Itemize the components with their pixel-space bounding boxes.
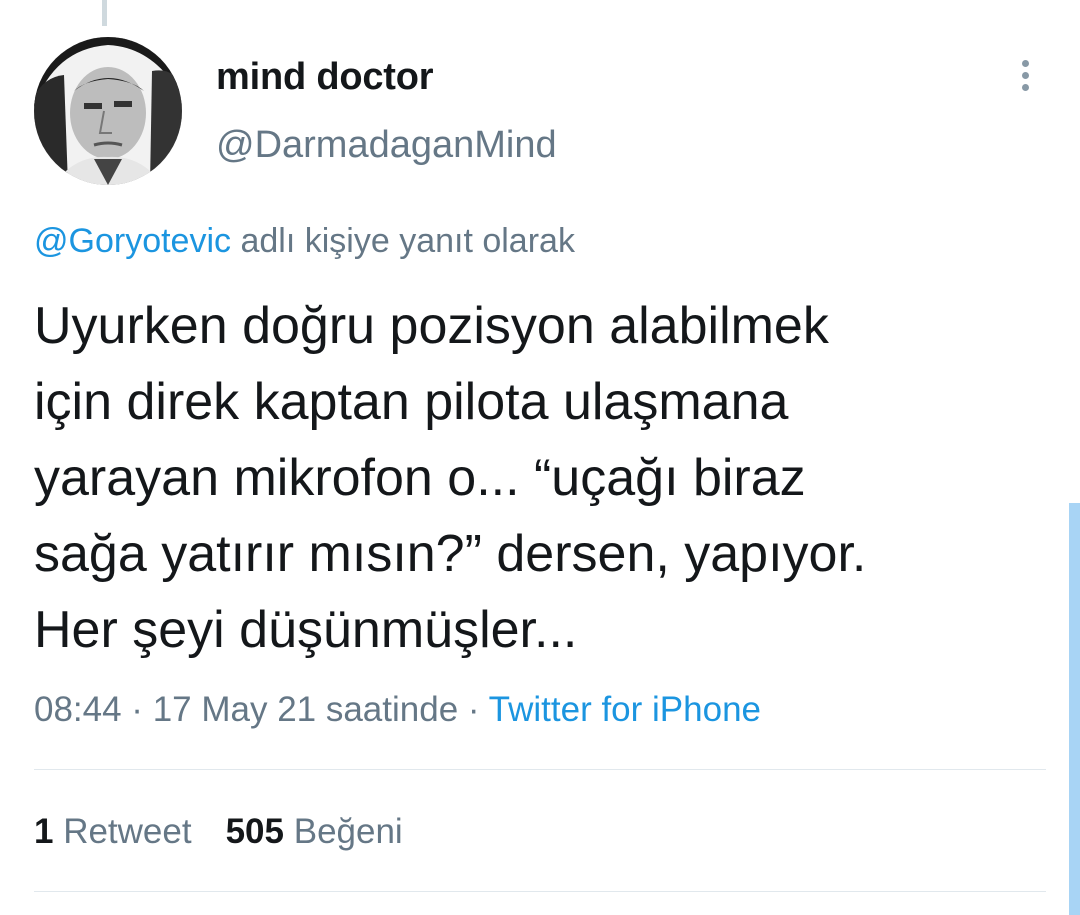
thread-connector-line (102, 0, 107, 26)
avatar[interactable] (34, 37, 182, 185)
avatar-image (34, 37, 182, 185)
reply-mention-link[interactable]: @Goryotevic (34, 222, 231, 260)
reply-context-label: adlı kişiye yanıt olarak (231, 222, 575, 260)
retweet-stat[interactable]: 1 Retweet (34, 812, 192, 851)
menu-dot (1021, 60, 1029, 67)
like-count: 505 (225, 812, 284, 851)
tweet-source-link[interactable]: Twitter for iPhone (489, 690, 761, 729)
tweet-meta: 08:44 · 17 May 21 saatinde · Twitter for… (34, 690, 761, 730)
scrollbar-thumb[interactable] (1069, 503, 1080, 915)
menu-dot (1021, 84, 1029, 91)
divider (34, 891, 1046, 892)
tweet-stats: 1 Retweet 505 Beğeni (34, 812, 403, 852)
retweet-count: 1 (34, 812, 54, 851)
like-stat[interactable]: 505 Beğeni (226, 812, 403, 851)
display-name[interactable]: mind doctor (216, 56, 434, 99)
like-label: Beğeni (284, 812, 403, 851)
user-handle[interactable]: @DarmadaganMind (216, 124, 557, 167)
tweet-timestamp[interactable]: 08:44 · 17 May 21 saatinde · (34, 690, 489, 729)
more-options-icon[interactable] (1012, 60, 1038, 100)
reply-context: @Goryotevic adlı kişiye yanıt olarak (34, 222, 575, 261)
divider (34, 769, 1046, 770)
retweet-label: Retweet (53, 812, 192, 851)
tweet-text: Uyurken doğru pozisyon alabilmek için di… (34, 297, 867, 659)
menu-dot (1021, 72, 1029, 79)
